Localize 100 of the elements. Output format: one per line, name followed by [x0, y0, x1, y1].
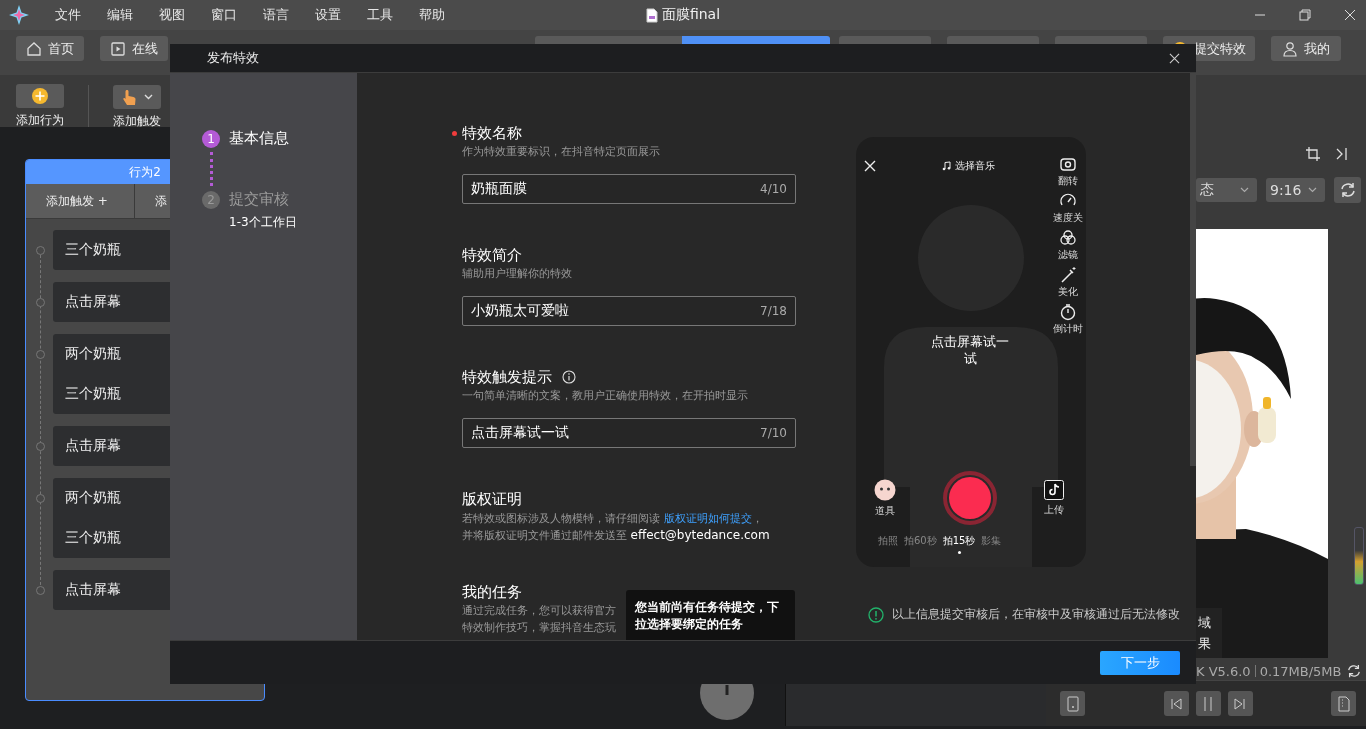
field-label: 特效触发提示: [462, 367, 552, 387]
caption-text: 域: [1198, 613, 1212, 632]
props-label: 道具: [875, 503, 895, 518]
refresh-icon[interactable]: [1345, 664, 1362, 678]
menu-item[interactable]: 编辑: [107, 6, 133, 24]
menu-item[interactable]: 窗口: [211, 6, 237, 24]
section-title: 我的任务: [462, 582, 523, 602]
toolbar-button[interactable]: 首页: [16, 36, 84, 61]
magic-wand-icon[interactable]: [1059, 266, 1077, 284]
timeline-dot: [36, 442, 45, 451]
input-field[interactable]: 点击屏幕试一试 7/10: [462, 418, 796, 448]
user-icon: [1282, 40, 1298, 57]
version-text: K V5.6.0: [1196, 663, 1251, 679]
menu-item[interactable]: 帮助: [419, 6, 445, 24]
timeline-dot: [36, 246, 45, 255]
play-icon: [110, 40, 126, 57]
restore-icon[interactable]: [1299, 9, 1311, 21]
info-icon[interactable]: [562, 370, 576, 384]
scrollbar[interactable]: [1190, 73, 1196, 466]
mode-tab[interactable]: 拍15秒: [942, 534, 976, 554]
pause-icon: [1202, 696, 1214, 711]
alert-icon: [868, 606, 884, 623]
upload-label: 上传: [1044, 502, 1064, 517]
close-icon[interactable]: [1169, 52, 1180, 64]
flip-camera-icon[interactable]: [1059, 155, 1077, 173]
upload-icon[interactable]: [1044, 479, 1064, 500]
document-icon: [1337, 695, 1350, 712]
task-description: 特效制作技巧，掌握抖音生态玩: [462, 620, 616, 636]
filter-icon[interactable]: [1059, 229, 1077, 247]
mode-dropdown[interactable]: 态: [1196, 178, 1257, 202]
task-description: 通过完成任务，您可以获得官方: [462, 603, 616, 619]
mode-tab[interactable]: 拍60秒: [904, 534, 937, 554]
level-meter-icon: [1354, 527, 1364, 585]
action-label: 添加行为: [16, 112, 64, 129]
previous-button[interactable]: [1163, 691, 1189, 716]
collapse-icon[interactable]: [1334, 147, 1348, 161]
section-title: 版权证明: [462, 489, 523, 509]
sticker-icon[interactable]: [874, 478, 896, 501]
mode-tab[interactable]: 拍照: [878, 534, 898, 554]
menu-item[interactable]: 视图: [159, 6, 185, 24]
step-number: 1: [202, 130, 220, 148]
record-button[interactable]: [943, 471, 997, 525]
phone-icon: [1066, 695, 1079, 712]
music-note-icon: [942, 161, 951, 171]
menu-item[interactable]: 文件: [55, 6, 81, 24]
field-hint: 辅助用户理解你的特效: [462, 266, 573, 282]
field-label: 特效简介: [462, 245, 522, 265]
timeline-dot: [36, 298, 45, 307]
close-icon[interactable]: [1344, 9, 1356, 21]
refresh-button[interactable]: [1334, 177, 1361, 203]
file-icon: [645, 7, 658, 23]
previous-icon: [1170, 697, 1182, 710]
input-field[interactable]: 奶瓶面膜 4/10: [462, 174, 796, 204]
timeline-dot: [36, 586, 45, 595]
next-icon: [1234, 697, 1246, 710]
add-trigger-tab[interactable]: 添加触发 +: [26, 184, 135, 218]
toolbar-button[interactable]: 我的: [1271, 36, 1341, 61]
trigger-hint: 点击屏幕试一试: [930, 333, 1010, 367]
step-label[interactable]: 基本信息: [229, 129, 289, 148]
menu-item[interactable]: 设置: [315, 6, 341, 24]
help-link[interactable]: 版权证明如何提交: [663, 512, 752, 525]
input-field[interactable]: 小奶瓶太可爱啦 7/18: [462, 296, 796, 326]
file-button[interactable]: [1331, 691, 1356, 716]
trigger-label: 两个奶瓶: [64, 344, 122, 363]
timeline-dot: [36, 350, 45, 359]
caret-icon: [143, 94, 153, 100]
size-text: 0.17MB/5MB: [1259, 663, 1342, 679]
action-label: 添加触发: [113, 113, 161, 130]
action-button[interactable]: [113, 85, 161, 109]
trigger-label: 三个奶瓶: [64, 528, 122, 547]
hand-icon: [121, 88, 138, 106]
copyright-text: 若特效或图标涉及人物模特，请仔细阅读 版权证明如何提交， 并将版权证明文件通过邮件发送至 effect@bytedance.com: [462, 511, 771, 544]
device-button[interactable]: [1060, 691, 1085, 716]
crop-icon[interactable]: [1306, 147, 1320, 161]
logo-icon: [9, 5, 29, 25]
chevron-icon: [1240, 187, 1249, 193]
tool-label: 滤镜: [1058, 248, 1078, 262]
timer-icon[interactable]: [1059, 303, 1077, 321]
music-label[interactable]: 选择音乐: [955, 159, 995, 173]
plus-circle-icon: [31, 87, 49, 105]
field-hint: 一句简单清晰的文案，教用户正确使用特效，在开拍时显示: [462, 388, 749, 404]
tool-label: 翻转: [1058, 174, 1078, 188]
menu-item[interactable]: 语言: [263, 6, 289, 24]
toolbar-button[interactable]: 在线: [100, 36, 168, 61]
menu-item[interactable]: 工具: [367, 6, 393, 24]
notice-text: 以上信息提交审核后，在审核中及审核通过后无法修改: [892, 606, 1180, 623]
action-button[interactable]: [16, 84, 64, 108]
tool-label: 美化: [1058, 285, 1078, 299]
step-connector: [210, 152, 213, 186]
home-icon: [26, 40, 42, 57]
trigger-label: 两个奶瓶: [64, 488, 122, 507]
ratio-dropdown[interactable]: 9:16: [1266, 178, 1325, 202]
next-button[interactable]: [1227, 691, 1253, 716]
refresh-icon: [1338, 182, 1357, 198]
field-label: 特效名称: [462, 123, 522, 143]
dialog-title: 发布特效: [207, 49, 259, 67]
mode-tab[interactable]: 影集: [981, 534, 1002, 554]
timeline-dot: [36, 494, 45, 503]
pause-button[interactable]: [1195, 691, 1221, 716]
tool-label: 速度关: [1053, 211, 1083, 225]
